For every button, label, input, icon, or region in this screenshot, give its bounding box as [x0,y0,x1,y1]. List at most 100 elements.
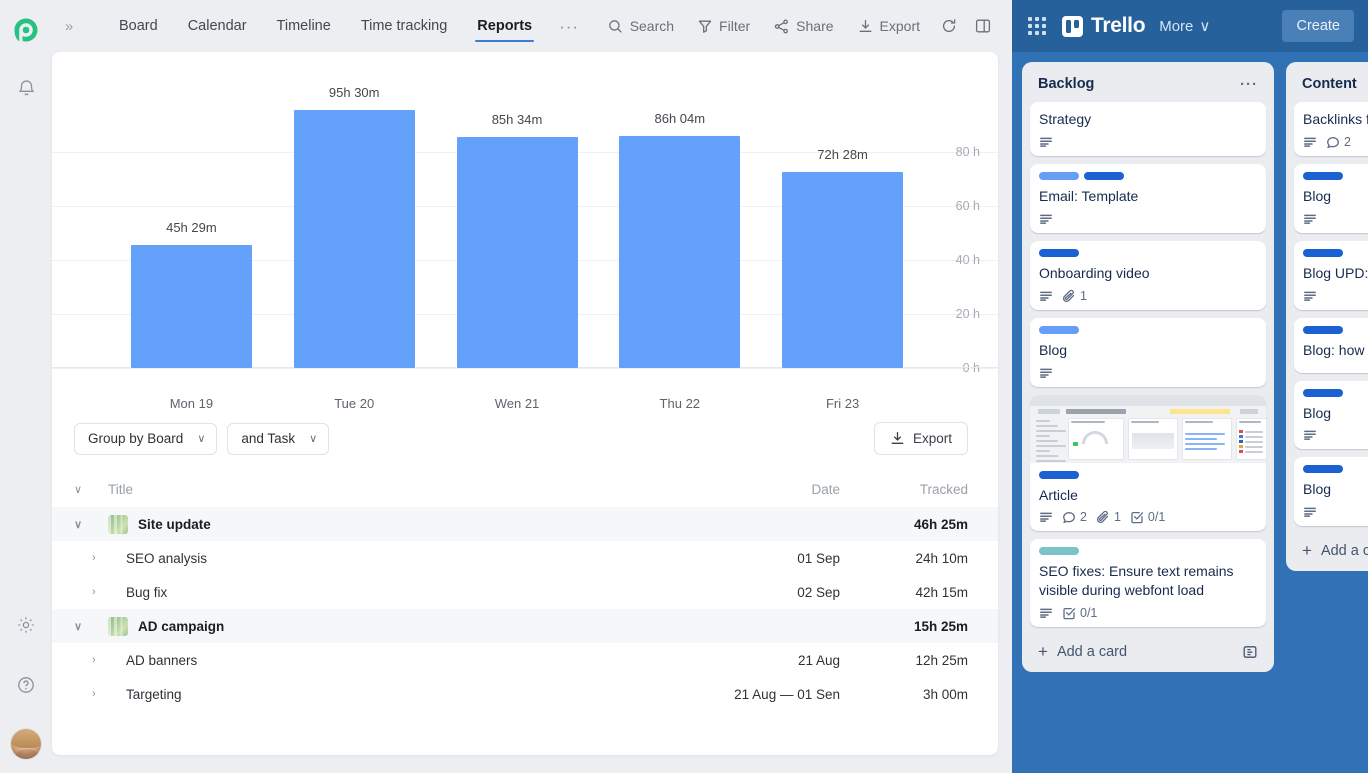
chevron-right-icon[interactable]: › [74,688,126,700]
chevron-down-icon[interactable]: ∨ [74,518,108,531]
planyway-logo-icon[interactable] [10,14,42,46]
split-panel-icon[interactable] [966,9,1000,43]
table-group-row[interactable]: ∨AD campaign15h 25m [52,609,998,643]
add-card-button[interactable]: +Add a c [1294,534,1368,563]
create-button[interactable]: Create [1282,10,1354,42]
trello-card[interactable]: Blog [1294,457,1368,526]
chart-bar[interactable] [457,137,578,368]
tab-reports[interactable]: Reports [462,0,547,52]
trello-card[interactable]: Blog [1294,381,1368,450]
table-row[interactable]: ›Targeting21 Aug — 01 Sen3h 00m [52,677,998,711]
trello-card[interactable]: Blog [1294,164,1368,233]
card-cover-image [1030,395,1266,463]
description-icon [1303,428,1317,442]
table-row[interactable]: ›Bug fix02 Sep42h 15m [52,575,998,609]
card-label[interactable] [1039,249,1079,257]
badge-description [1303,505,1317,519]
chart-bar[interactable] [131,245,252,368]
add-card-button[interactable]: +Add a card [1030,635,1266,664]
chart-bar[interactable] [782,172,903,368]
card-labels [1039,471,1257,479]
chevron-right-icon[interactable]: › [74,654,126,666]
badge-text: 0/1 [1080,606,1097,620]
expand-sidebar-button[interactable]: » [54,11,84,41]
badge-text: 2 [1080,510,1087,524]
row-title: Bug fix [126,585,167,600]
chart-plot-area: 0 h20 h40 h60 h80 h45h 29mMon 1995h 30mT… [52,52,998,404]
table-row[interactable]: ›SEO analysis01 Sep24h 10m [52,541,998,575]
export-label: Export [913,431,952,446]
app-root: » Board Calendar Timeline Time tracking … [0,0,1368,773]
bell-icon[interactable] [10,72,42,104]
trello-card[interactable]: Onboarding video1 [1030,241,1266,310]
tab-calendar[interactable]: Calendar [173,0,262,52]
trello-card[interactable]: Email: Template [1030,164,1266,233]
chart-bar[interactable] [619,136,740,368]
trello-list: Content Backlinks f list to be fe2 Blog Blo… [1286,62,1368,571]
badge-text: 2 [1344,135,1351,149]
share-button[interactable]: Share [762,9,845,43]
and-task-select[interactable]: and Task ∨ [227,423,329,455]
list-title[interactable]: Content [1302,76,1357,92]
trello-card[interactable]: Blog [1030,318,1266,387]
chevron-right-icon[interactable]: › [74,586,126,598]
card-title: Blog: how [1303,341,1368,360]
chevron-right-icon[interactable]: › [74,552,126,564]
row-date: 01 Sep [668,551,848,566]
tabs-overflow-button[interactable]: ··· [547,18,591,35]
avatar[interactable] [11,729,41,759]
attachment-icon [1096,510,1110,524]
attachment-icon [1062,289,1076,303]
filter-button[interactable]: Filter [686,9,762,43]
card-label[interactable] [1039,471,1079,479]
refresh-icon[interactable] [932,9,966,43]
card-label[interactable] [1084,172,1124,180]
list-menu-button[interactable]: ··· [1240,77,1258,92]
export-button-toolbar[interactable]: Export [846,9,932,43]
card-template-icon[interactable] [1242,644,1258,660]
x-axis-tick-label: Wen 21 [495,396,540,411]
card-label[interactable] [1303,465,1343,473]
card-label[interactable] [1303,326,1343,334]
bar-value-label: 85h 34m [492,112,543,127]
group-by-select[interactable]: Group by Board ∨ [74,423,217,455]
tab-timeline[interactable]: Timeline [262,0,346,52]
card-label[interactable] [1039,547,1079,555]
table-row[interactable]: ›AD banners21 Aug12h 25m [52,643,998,677]
card-label[interactable] [1039,326,1079,334]
table-group-row[interactable]: ∨Site update46h 25m [52,507,998,541]
trello-card[interactable]: Backlinks f list to be fe2 [1294,102,1368,156]
card-label[interactable] [1303,389,1343,397]
list-title[interactable]: Backlog [1038,76,1094,92]
trello-logo[interactable]: Trello [1062,14,1145,38]
card-label[interactable] [1039,172,1079,180]
tab-time-tracking[interactable]: Time tracking [346,0,462,52]
trello-card[interactable]: Strategy [1030,102,1266,156]
trello-card[interactable]: SEO fixes: Ensure text remains visible d… [1030,539,1266,627]
apps-grid-icon[interactable] [1026,15,1048,37]
chart-bar[interactable] [294,110,415,368]
tab-board[interactable]: Board [104,0,173,52]
collapse-all-caret[interactable]: ∨ [74,483,108,496]
search-label: Search [630,18,674,34]
trello-card[interactable]: Article210/1 [1030,395,1266,532]
search-button[interactable]: Search [596,9,686,43]
row-tracked: 42h 15m [848,585,968,600]
question-circle-icon[interactable] [10,669,42,701]
trello-logo-text: Trello [1091,14,1145,38]
checklist-icon [1062,606,1076,620]
card-badges [1303,212,1368,226]
card-title: Strategy [1039,110,1257,129]
gear-icon[interactable] [10,609,42,641]
chevron-down-icon[interactable]: ∨ [74,620,108,633]
trello-card[interactable]: Blog UPD: [1294,241,1368,310]
column-header-date: Date [668,482,848,497]
card-label[interactable] [1303,249,1343,257]
export-button[interactable]: Export [874,422,968,455]
card-label[interactable] [1303,172,1343,180]
more-menu-button[interactable]: More ∨ [1159,17,1210,35]
trello-card[interactable]: Blog: how [1294,318,1368,373]
plus-icon: + [1302,542,1312,559]
toolbar-actions: Search Filter [596,9,1012,43]
tracked-time-table: ∨ Title Date Tracked ∨Site update46h 25m… [52,471,998,711]
